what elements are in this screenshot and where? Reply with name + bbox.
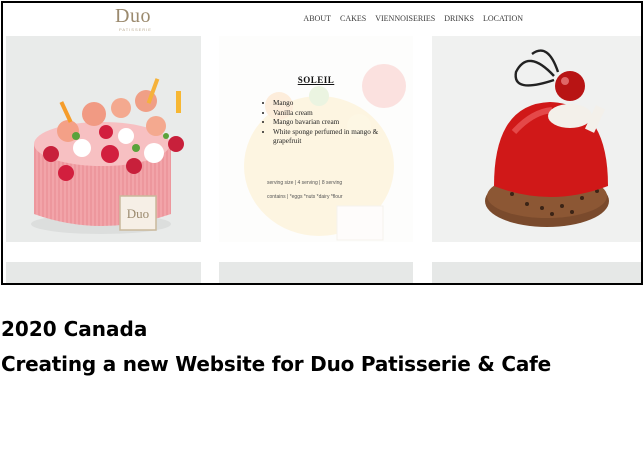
- site-logo[interactable]: Duo: [115, 5, 151, 28]
- cake-tile-row2-1[interactable]: [6, 262, 201, 283]
- site-header: Duo PATISSERIE ABOUT CAKES VIENNOISERIES…: [3, 3, 641, 33]
- main-menu: ABOUT CAKES VIENNOISERIES DRINKS LOCATIO…: [303, 14, 523, 23]
- cake-tile-red-dome[interactable]: [432, 36, 641, 242]
- project-description: Creating a new Website for Duo Patisseri…: [1, 352, 552, 376]
- website-screenshot: Duo PATISSERIE ABOUT CAKES VIENNOISERIES…: [1, 1, 643, 285]
- ingredient-item: White sponge perfumed in mango & grapefr…: [273, 128, 403, 147]
- serving-size: serving size | 4 serving | 8 serving: [267, 180, 343, 186]
- cake-tile-row2-3[interactable]: [432, 262, 641, 283]
- project-year-location: 2020 Canada: [1, 317, 148, 341]
- ingredient-list: Mango Vanilla cream Mango bavarian cream…: [265, 99, 403, 147]
- menu-item-location[interactable]: LOCATION: [483, 14, 523, 23]
- ingredient-item: Mango: [273, 99, 403, 109]
- red-dome-cake-image: [485, 49, 609, 227]
- ingredient-item: Mango bavarian cream: [273, 118, 403, 128]
- site-logo-subtitle: PATISSERIE: [119, 27, 152, 32]
- menu-item-viennoiseries[interactable]: VIENNOISERIES: [375, 14, 435, 23]
- ingredient-item: Vanilla cream: [273, 109, 403, 119]
- cake-tile-row2-2[interactable]: [219, 262, 413, 283]
- cake-tile-soleil[interactable]: SOLEIL Mango Vanilla cream Mango bavaria…: [219, 36, 413, 242]
- cake-box-label: Duo: [127, 206, 149, 221]
- menu-item-about[interactable]: ABOUT: [303, 14, 331, 23]
- menu-item-drinks[interactable]: DRINKS: [444, 14, 474, 23]
- allergen-info: contains | *eggs *nuts *dairy *flour: [267, 194, 343, 200]
- menu-item-cakes[interactable]: CAKES: [340, 14, 366, 23]
- product-info-overlay: SOLEIL Mango Vanilla cream Mango bavaria…: [219, 36, 413, 242]
- product-title: SOLEIL: [297, 75, 335, 85]
- raspberry-cake-image: Duo: [31, 78, 184, 234]
- cake-tile-raspberry[interactable]: Duo: [6, 36, 201, 242]
